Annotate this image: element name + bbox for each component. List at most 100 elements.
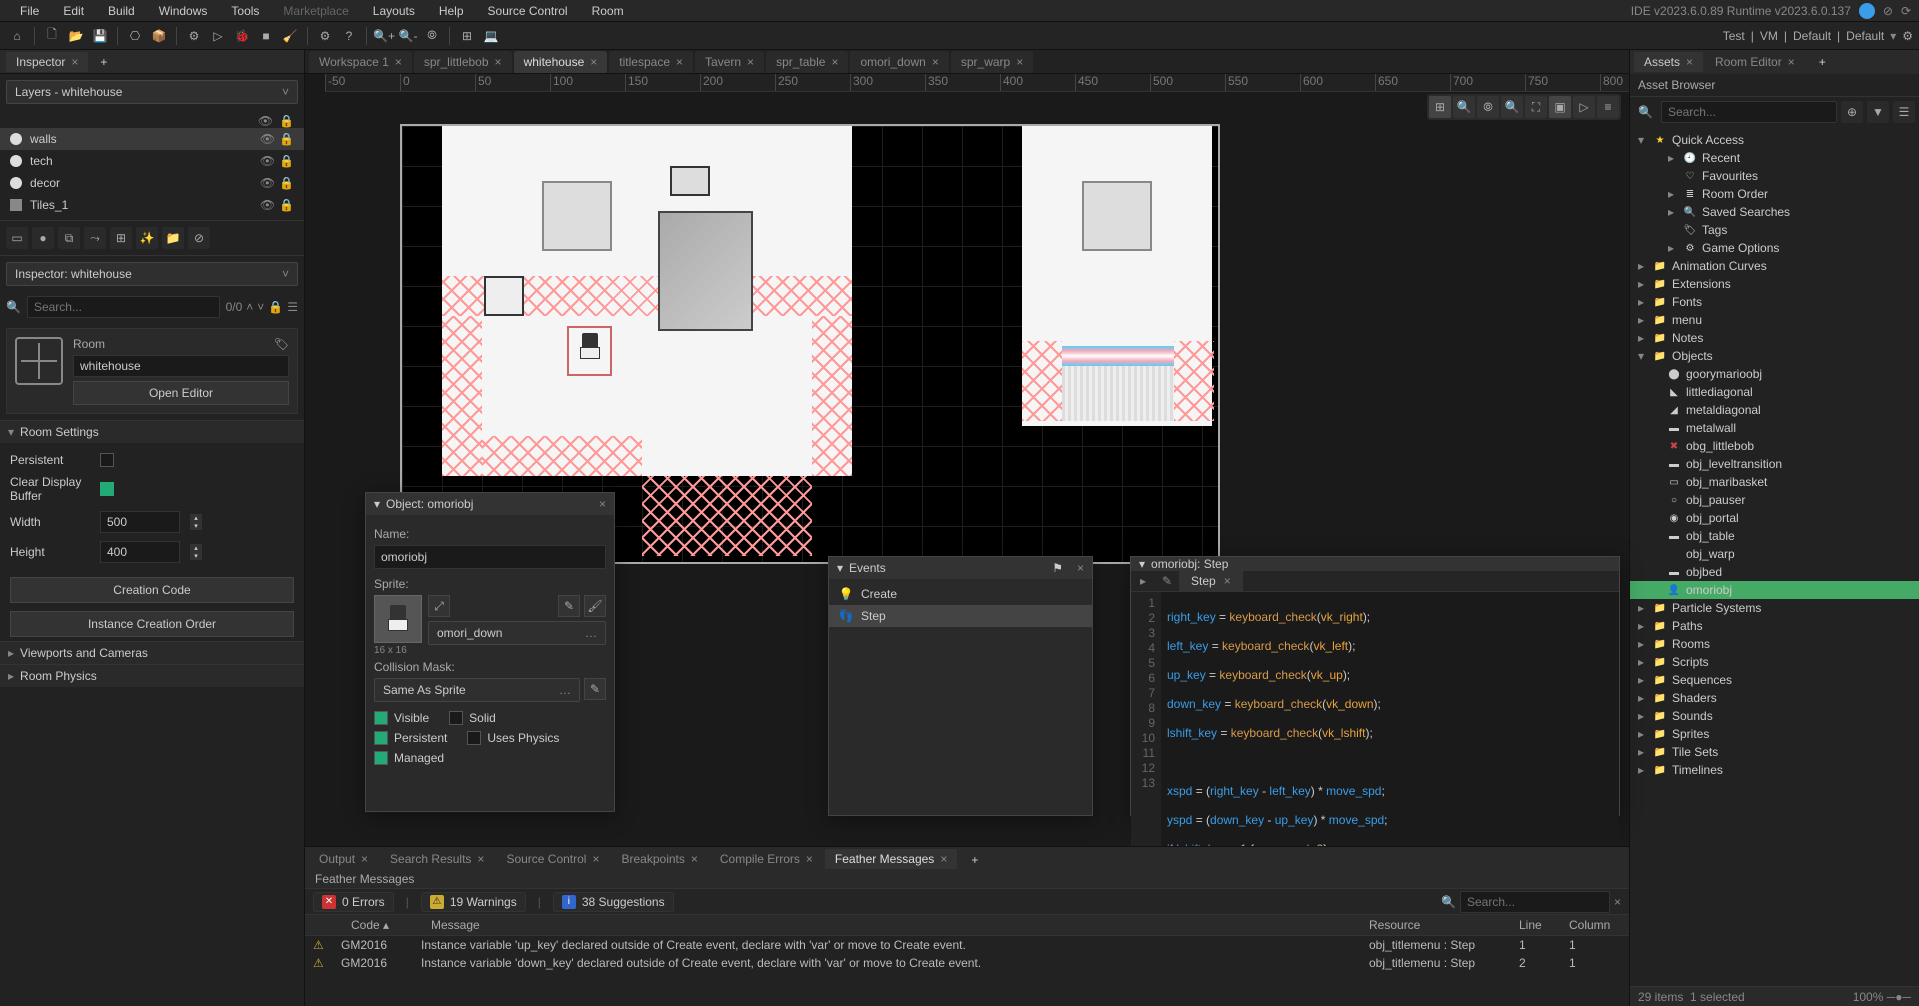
add-instance-layer-icon[interactable]: ●: [32, 227, 54, 249]
add-effect-layer-icon[interactable]: ✨: [136, 227, 158, 249]
obj-warp[interactable]: obj_warp: [1630, 545, 1919, 563]
layer-walls[interactable]: walls 👁🔒: [0, 128, 304, 150]
sync-icon[interactable]: ⟳: [1901, 4, 1911, 18]
managed-checkbox[interactable]: [374, 751, 388, 765]
folder-fonts[interactable]: ▸📁Fonts: [1630, 293, 1919, 311]
run-icon[interactable]: ▷: [207, 25, 229, 47]
close-icon[interactable]: ×: [1686, 55, 1693, 69]
close-icon[interactable]: ×: [1016, 55, 1023, 69]
close-icon[interactable]: ×: [932, 55, 939, 69]
obj-littlebob[interactable]: ✖obg_littlebob: [1630, 437, 1919, 455]
game-options-icon[interactable]: ⚙: [314, 25, 336, 47]
lock-icon[interactable]: 🔒: [279, 198, 294, 212]
folder-particles[interactable]: ▸📁Particle Systems: [1630, 599, 1919, 617]
width-input[interactable]: [100, 511, 180, 533]
feather-message-row[interactable]: ⚠ GM2016 Instance variable 'down_key' de…: [305, 954, 1629, 972]
errors-pill[interactable]: ✕0 Errors: [313, 892, 394, 912]
paint-sprite-icon[interactable]: 🖌: [584, 595, 606, 617]
zoom-reset-icon[interactable]: ⦾: [1477, 96, 1499, 118]
menu-layouts[interactable]: Layouts: [361, 1, 427, 21]
folder-notes[interactable]: ▸📁Notes: [1630, 329, 1919, 347]
clean-icon[interactable]: 🧹: [279, 25, 301, 47]
events-window[interactable]: ▾Events⚑× 💡Create 👣Step: [828, 556, 1093, 816]
tab-spr-table[interactable]: spr_table×: [766, 51, 848, 73]
layer-tech[interactable]: tech 👁🔒: [0, 150, 304, 172]
notifications-icon[interactable]: ⊘: [1883, 4, 1893, 18]
chevron-down-icon[interactable]: ▾: [1890, 29, 1896, 43]
room-thumbnail-icon[interactable]: [15, 337, 63, 385]
add-tab-button[interactable]: +: [963, 851, 986, 869]
layers-dropdown[interactable]: Layers - whitehouse ˅: [6, 80, 298, 104]
warnings-pill[interactable]: ⚠19 Warnings: [421, 892, 526, 912]
object-name-input[interactable]: [374, 545, 606, 569]
qa-game-options[interactable]: ▸⚙Game Options: [1630, 239, 1919, 257]
layer-decor[interactable]: decor 👁🔒: [0, 172, 304, 194]
open-editor-button[interactable]: Open Editor: [73, 381, 289, 405]
eye-icon[interactable]: 👁: [260, 176, 275, 190]
next-icon[interactable]: ˅: [257, 300, 264, 314]
qa-tags[interactable]: 🏷Tags: [1630, 221, 1919, 239]
obj-metalwall[interactable]: ▬metalwall: [1630, 419, 1919, 437]
tab-workspace1[interactable]: Workspace 1×: [309, 51, 412, 73]
room-editor-tab[interactable]: Room Editor×: [1705, 52, 1805, 72]
feather-search-input[interactable]: [1460, 891, 1610, 913]
new-project-icon[interactable]: 🗋: [41, 25, 63, 47]
tab-titlespace[interactable]: titlespace×: [609, 51, 693, 73]
close-icon[interactable]: ×: [71, 55, 78, 69]
assets-tab[interactable]: Assets×: [1634, 52, 1703, 72]
inspector-search-input[interactable]: [27, 296, 220, 318]
sprite-preview[interactable]: [374, 595, 422, 643]
menu-edit[interactable]: Edit: [51, 1, 96, 21]
folder-animcurves[interactable]: ▸📁Animation Curves: [1630, 257, 1919, 275]
room-name-input[interactable]: [73, 355, 289, 377]
open-project-icon[interactable]: 📂: [65, 25, 87, 47]
target-label[interactable]: Test: [1723, 29, 1745, 43]
close-icon[interactable]: ×: [691, 852, 698, 866]
folder-timelines[interactable]: ▸📁Timelines: [1630, 761, 1919, 779]
folder-shaders[interactable]: ▸📁Shaders: [1630, 689, 1919, 707]
height-input[interactable]: [100, 541, 180, 563]
qa-recent[interactable]: ▸🕘Recent: [1630, 149, 1919, 167]
feather-icon[interactable]: ✎: [1155, 571, 1179, 591]
menu-windows[interactable]: Windows: [147, 1, 220, 21]
menu-icon[interactable]: ☰: [1893, 101, 1915, 123]
tab-output[interactable]: Output×: [309, 849, 378, 869]
folder-extensions[interactable]: ▸📁Extensions: [1630, 275, 1919, 293]
code-window[interactable]: ▾omoriobj: Step ▸ ✎ Step× 12345678910111…: [1130, 556, 1620, 816]
folder-sounds[interactable]: ▸📁Sounds: [1630, 707, 1919, 725]
lock-icon[interactable]: 🔒: [279, 114, 294, 128]
close-icon[interactable]: ×: [676, 55, 683, 69]
device-label[interactable]: Default: [1846, 29, 1884, 43]
close-icon[interactable]: ×: [599, 497, 606, 511]
flag-icon[interactable]: ⚑: [1052, 561, 1063, 575]
add-tab-button[interactable]: +: [1811, 53, 1834, 71]
solid-checkbox[interactable]: [449, 711, 463, 725]
feather-message-row[interactable]: ⚠ GM2016 Instance variable 'up_key' decl…: [305, 936, 1629, 954]
obj-goorymarioobj[interactable]: ⬤goorymarioobj: [1630, 365, 1919, 383]
tab-feather[interactable]: Feather Messages×: [825, 849, 957, 869]
stop-icon[interactable]: ■: [255, 25, 277, 47]
clear-display-checkbox[interactable]: [100, 482, 114, 496]
expand-sprite-icon[interactable]: ⤢: [428, 595, 450, 617]
code-tab-step[interactable]: Step×: [1179, 571, 1243, 591]
debug-run-icon[interactable]: 🐞: [231, 25, 253, 47]
folder-sprites[interactable]: ▸📁Sprites: [1630, 725, 1919, 743]
persistent-checkbox[interactable]: [374, 731, 388, 745]
add-tab-button[interactable]: +: [92, 53, 115, 71]
menu-file[interactable]: File: [8, 1, 51, 21]
eye-icon[interactable]: 👁: [260, 132, 275, 146]
close-icon[interactable]: ×: [477, 852, 484, 866]
tab-spr-littlebob[interactable]: spr_littlebob×: [414, 51, 512, 73]
suggestions-pill[interactable]: i38 Suggestions: [553, 892, 674, 912]
tab-search-results[interactable]: Search Results×: [380, 849, 494, 869]
inspector-tab[interactable]: Inspector ×: [6, 52, 88, 72]
close-icon[interactable]: ×: [1614, 895, 1621, 909]
qa-saved-searches[interactable]: ▸🔍Saved Searches: [1630, 203, 1919, 221]
zoom-out-icon[interactable]: 🔍: [1501, 96, 1523, 118]
close-icon[interactable]: ×: [361, 852, 368, 866]
inspector-target-dropdown[interactable]: Inspector: whitehouse ˅: [6, 262, 298, 286]
qa-room-order[interactable]: ▸≣Room Order: [1630, 185, 1919, 203]
lock-icon[interactable]: 🔒: [279, 132, 294, 146]
layer-tiles1[interactable]: Tiles_1 👁🔒: [0, 194, 304, 216]
tab-spr-warp[interactable]: spr_warp×: [951, 51, 1033, 73]
